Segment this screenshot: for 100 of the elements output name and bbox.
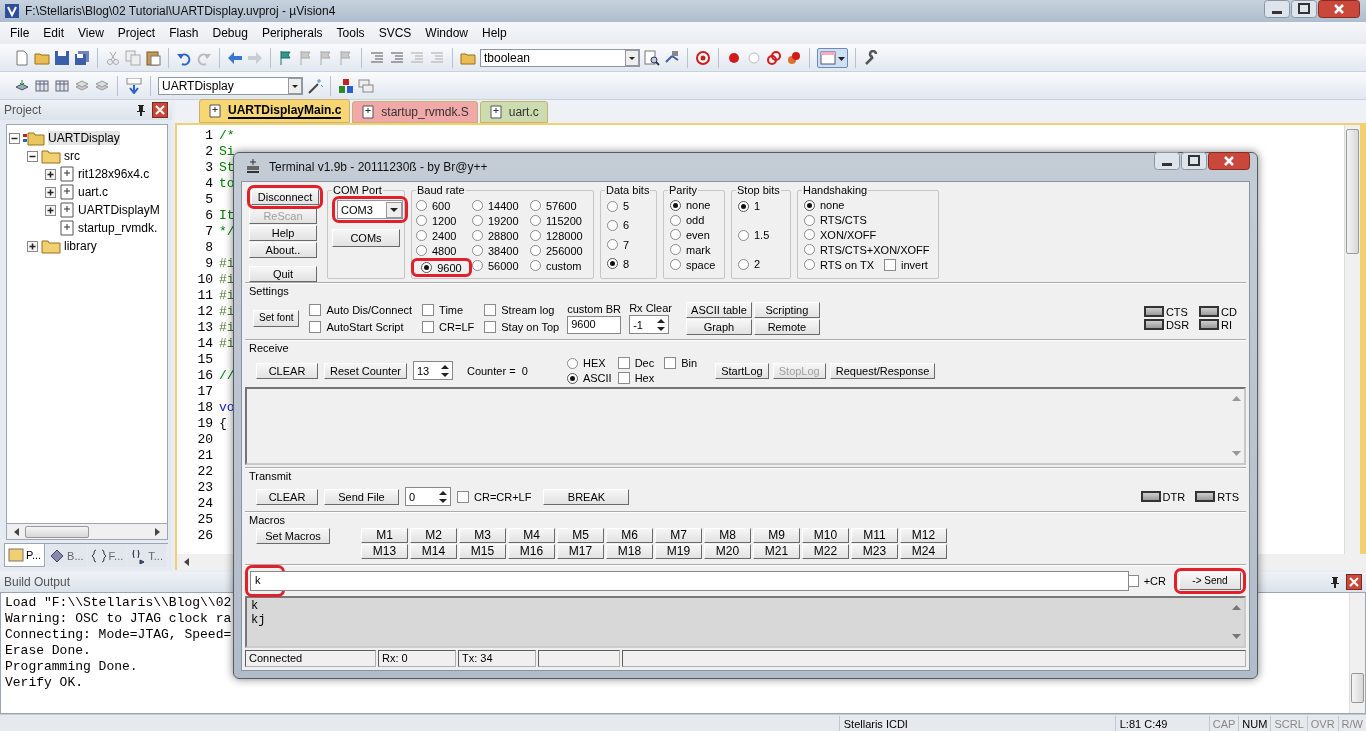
- radio-button[interactable]: 1.5: [738, 227, 786, 243]
- radio-button[interactable]: XON/XOFF: [804, 227, 934, 243]
- macro-button[interactable]: M6: [606, 528, 653, 543]
- side-button[interactable]: Help: [249, 225, 317, 241]
- checkbox[interactable]: Time: [422, 302, 475, 317]
- close-icon[interactable]: [1346, 574, 1362, 590]
- wand-icon[interactable]: [307, 77, 323, 94]
- pin-icon[interactable]: [136, 104, 146, 116]
- macro-button[interactable]: M24: [900, 544, 947, 559]
- settings-button[interactable]: Remote: [753, 318, 820, 335]
- radio-button[interactable]: space: [670, 257, 720, 272]
- pane-tab[interactable]: T...: [127, 544, 166, 567]
- file-tab[interactable]: startup_rvmdk.S: [352, 101, 478, 123]
- close-icon[interactable]: [152, 102, 168, 118]
- radio-button[interactable]: 1: [738, 198, 786, 214]
- log-button[interactable]: Request/Response: [829, 362, 936, 379]
- grid-icon[interactable]: [34, 77, 50, 94]
- checkbox[interactable]: Dec: [617, 355, 655, 371]
- send-file-button[interactable]: Send File: [324, 488, 399, 505]
- radio-button[interactable]: 57600: [530, 198, 590, 213]
- macro-button[interactable]: M4: [508, 528, 555, 543]
- radio-button[interactable]: 115200: [530, 213, 590, 228]
- radio-button[interactable]: custom: [530, 258, 590, 273]
- radio-button[interactable]: even: [670, 227, 720, 243]
- reset-counter-button[interactable]: Reset Counter: [324, 362, 407, 379]
- radio-button[interactable]: 1200: [416, 213, 472, 228]
- target-combo[interactable]: tboolean: [480, 48, 640, 67]
- input-field[interactable]: 9600: [567, 315, 622, 334]
- coms-button[interactable]: COMs: [332, 229, 400, 247]
- menu-item[interactable]: View: [71, 26, 111, 40]
- collapse-icon[interactable]: [9, 132, 20, 144]
- break-button[interactable]: BREAK: [543, 488, 630, 505]
- down-arrow-icon[interactable]: [1231, 634, 1241, 640]
- pane-tab[interactable]: F...: [87, 544, 127, 567]
- tree-item[interactable]: UARTDisplayM: [78, 203, 160, 217]
- radio-button[interactable]: none: [670, 198, 720, 213]
- radio-button[interactable]: 256000: [530, 243, 590, 258]
- pane-tab[interactable]: P...: [4, 544, 46, 567]
- radio-button[interactable]: 2: [738, 256, 786, 272]
- blocks-icon[interactable]: [338, 77, 354, 94]
- macro-button[interactable]: M14: [410, 544, 457, 559]
- macro-button[interactable]: M7: [655, 528, 702, 543]
- spin-box[interactable]: 13: [412, 361, 453, 380]
- send-button[interactable]: -> Send: [1179, 572, 1241, 590]
- menu-item[interactable]: Help: [475, 26, 514, 40]
- menu-item[interactable]: Tools: [329, 26, 372, 40]
- macro-button[interactable]: M16: [508, 544, 555, 559]
- clear-button[interactable]: CLEAR: [256, 362, 318, 379]
- minimize-icon[interactable]: [1264, 0, 1290, 18]
- radio-button[interactable]: 7: [607, 236, 652, 253]
- expand-icon[interactable]: [45, 186, 56, 198]
- project-combo[interactable]: UARTDisplay: [158, 76, 303, 95]
- menu-item[interactable]: Window: [418, 26, 475, 40]
- clipboard-icon[interactable]: [145, 49, 161, 66]
- settings-button[interactable]: Scripting: [753, 301, 820, 318]
- radio-button[interactable]: none: [804, 198, 934, 213]
- window-menu-button[interactable]: [817, 47, 848, 68]
- menu-item[interactable]: Debug: [205, 26, 255, 40]
- tree-item[interactable]: startup_rvmdk.: [78, 221, 158, 235]
- macro-button[interactable]: M2: [410, 528, 457, 543]
- settings-button[interactable]: ASCII table: [685, 301, 752, 318]
- collapse-icon[interactable]: [27, 150, 38, 162]
- macro-button[interactable]: M12: [900, 528, 947, 543]
- radio-button[interactable]: HEX: [566, 355, 612, 371]
- rings-icon[interactable]: [766, 49, 782, 66]
- macro-button[interactable]: M3: [459, 528, 506, 543]
- menu-item[interactable]: Project: [110, 26, 163, 40]
- radio-button[interactable]: mark: [670, 242, 720, 258]
- radio-button[interactable]: 128000: [530, 228, 590, 243]
- side-button[interactable]: Disconnect: [251, 189, 319, 205]
- menu-item[interactable]: SVCS: [371, 26, 419, 40]
- expand-icon[interactable]: [27, 240, 38, 252]
- close-icon[interactable]: [1318, 0, 1360, 18]
- checkbox[interactable]: Auto Dis/Connect: [309, 302, 413, 317]
- macro-button[interactable]: M5: [557, 528, 604, 543]
- radio-button[interactable]: odd: [670, 212, 720, 228]
- set-font-button[interactable]: Set font: [253, 309, 300, 327]
- macro-button[interactable]: M1: [361, 528, 408, 543]
- radio-button[interactable]: 38400: [472, 243, 530, 258]
- radio-button[interactable]: RTS on TX: [804, 257, 874, 272]
- flag-icon[interactable]: [278, 49, 294, 66]
- macro-button[interactable]: M17: [557, 544, 604, 559]
- wrench-icon[interactable]: [863, 49, 879, 66]
- checkbox[interactable]: Stream log: [484, 302, 560, 317]
- maximize-icon[interactable]: [1291, 0, 1317, 18]
- macro-button[interactable]: M10: [802, 528, 849, 543]
- minimize-icon[interactable]: [1154, 152, 1180, 170]
- disks-icon[interactable]: [74, 49, 90, 66]
- tree-item[interactable]: src: [64, 149, 80, 163]
- radio-button[interactable]: 28800: [472, 228, 530, 243]
- macro-button[interactable]: M20: [704, 544, 751, 559]
- side-button[interactable]: About..: [249, 242, 317, 258]
- macro-button[interactable]: M13: [361, 544, 408, 559]
- checkbox[interactable]: Hex: [617, 370, 655, 386]
- macro-button[interactable]: M19: [655, 544, 702, 559]
- radio-button[interactable]: 2400: [416, 228, 472, 243]
- checkbox[interactable]: invert: [884, 257, 928, 272]
- clear-button[interactable]: CLEAR: [256, 488, 318, 505]
- checkbox[interactable]: Bin: [664, 355, 698, 371]
- debug-icon[interactable]: [695, 49, 711, 66]
